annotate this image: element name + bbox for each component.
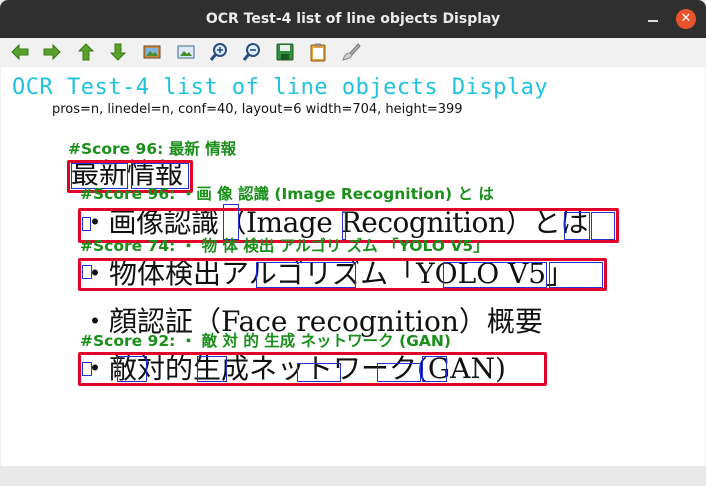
word-bounding-box [82, 217, 91, 231]
display-heading: OCR Test-4 list of line objects Display [12, 75, 549, 100]
brush-icon[interactable] [341, 42, 361, 62]
line-score-label: #Score 96: ・画 像 認識 (Image Recognition) と… [80, 185, 494, 203]
arrow-right-icon[interactable] [42, 42, 62, 62]
window-title: OCR Test-4 list of line objects Display [205, 11, 501, 27]
title-bar[interactable]: OCR Test-4 list of line objects Display … [0, 0, 706, 38]
word-bounding-box [549, 262, 603, 288]
word-bounding-box [297, 363, 341, 382]
minimize-icon[interactable] [646, 12, 660, 26]
image-icon[interactable] [142, 42, 162, 62]
display-params: pros=n, linedel=n, conf=40, layout=6 wid… [52, 102, 463, 117]
word-bounding-box [443, 262, 547, 288]
word-bounding-box [82, 265, 92, 279]
word-bounding-box [197, 356, 227, 382]
fit-image-icon[interactable] [176, 42, 196, 62]
zoom-in-icon[interactable] [209, 42, 229, 62]
app-window: OCR Test-4 list of line objects Display … [0, 0, 706, 486]
display-canvas: OCR Test-4 list of line objects Display … [1, 67, 705, 466]
word-bounding-box [82, 362, 92, 376]
toolbar [0, 38, 706, 66]
word-bounding-box [422, 356, 447, 382]
word-bounding-box [591, 212, 615, 240]
line-score-label: #Score 96: 最新 情報 [68, 140, 237, 158]
status-bar [0, 466, 706, 486]
arrow-left-icon[interactable] [10, 42, 30, 62]
zoom-out-icon[interactable] [242, 42, 262, 62]
line-score-label: #Score 92: ・ 敵 対 的 生成 ネットワーク (GAN) [80, 332, 451, 350]
close-icon[interactable]: ✕ [676, 9, 696, 29]
word-bounding-box [117, 356, 147, 382]
word-bounding-box [256, 262, 356, 288]
word-bounding-box [377, 363, 421, 382]
word-bounding-box [564, 212, 590, 240]
arrow-down-icon[interactable] [108, 42, 128, 62]
save-icon[interactable] [275, 42, 295, 62]
line-score-label: #Score 74: ・ 物 体 検出 アルゴリ ズム 「YOLO V5」 [80, 237, 489, 255]
arrow-up-icon[interactable] [76, 42, 96, 62]
clipboard-icon[interactable] [308, 42, 328, 62]
